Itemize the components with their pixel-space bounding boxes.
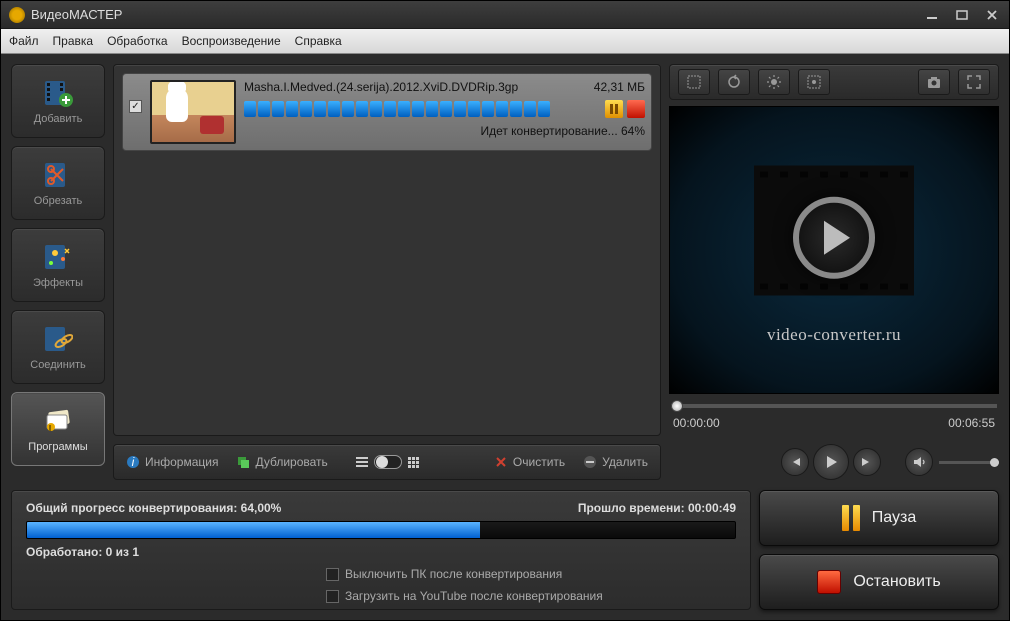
list-view-icon bbox=[356, 457, 368, 467]
minus-icon bbox=[583, 455, 597, 469]
tool-add-label: Добавить bbox=[34, 113, 83, 125]
pause-label: Пауза bbox=[872, 509, 916, 527]
tool-effects-label: Эффекты bbox=[33, 277, 83, 289]
playback-controls bbox=[669, 444, 999, 480]
shutdown-checkbox[interactable] bbox=[326, 568, 339, 581]
clear-button[interactable]: Очистить bbox=[494, 455, 565, 469]
file-progress-bar bbox=[244, 100, 645, 118]
file-checkbox[interactable] bbox=[129, 100, 142, 113]
time-total: 00:06:55 bbox=[948, 416, 995, 430]
duplicate-label: Дублировать bbox=[255, 455, 327, 469]
file-size: 42,31 МБ bbox=[594, 80, 645, 94]
elapsed-time: Прошло времени: 00:00:49 bbox=[578, 501, 736, 515]
grid-view-icon bbox=[408, 457, 419, 468]
app-icon bbox=[9, 7, 25, 23]
shutdown-label: Выключить ПК после конвертирования bbox=[345, 567, 562, 581]
preview-toolbar bbox=[669, 64, 999, 100]
pause-button[interactable]: Пауза bbox=[759, 490, 999, 546]
menubar: Файл Правка Обработка Воспроизведение Сп… bbox=[1, 29, 1009, 54]
crop-tool-icon[interactable] bbox=[678, 69, 710, 95]
youtube-checkbox[interactable] bbox=[326, 590, 339, 603]
processed-count: Обработано: 0 из 1 bbox=[26, 545, 736, 559]
overall-progress-label: Общий прогресс конвертирования: 64,00% bbox=[26, 501, 281, 515]
toggle-switch[interactable] bbox=[374, 455, 402, 469]
clear-label: Очистить bbox=[513, 455, 565, 469]
file-status: Идет конвертирование... 64% bbox=[244, 124, 645, 138]
info-label: Информация bbox=[145, 455, 218, 469]
minimize-button[interactable] bbox=[923, 8, 941, 22]
rotate-tool-icon[interactable] bbox=[718, 69, 750, 95]
progress-panel: Общий прогресс конвертирования: 64,00% П… bbox=[11, 490, 751, 610]
volume-button[interactable] bbox=[905, 448, 933, 476]
menu-edit[interactable]: Правка bbox=[53, 34, 94, 48]
duplicate-icon bbox=[236, 455, 250, 469]
tool-cut[interactable]: Обрезать bbox=[11, 146, 105, 220]
menu-process[interactable]: Обработка bbox=[107, 34, 168, 48]
time-current: 00:00:00 bbox=[673, 416, 720, 430]
titlebar: ВидеоМАСТЕР bbox=[1, 1, 1009, 29]
sparkle-icon bbox=[40, 241, 76, 273]
file-item[interactable]: Masha.I.Medved.(24.serija).2012.XviD.DVD… bbox=[122, 73, 652, 151]
scissors-icon bbox=[40, 159, 76, 191]
delete-label: Удалить bbox=[602, 455, 648, 469]
tool-add[interactable]: Добавить bbox=[11, 64, 105, 138]
menu-file[interactable]: Файл bbox=[9, 34, 39, 48]
prev-button[interactable] bbox=[781, 448, 809, 476]
tool-cut-label: Обрезать bbox=[34, 195, 83, 207]
overall-progress-bar bbox=[26, 521, 736, 539]
list-toolbar: i Информация Дублировать Очистить Удалить bbox=[113, 444, 661, 480]
youtube-label: Загрузить на YouTube после конвертирован… bbox=[345, 589, 603, 603]
info-button[interactable]: i Информация bbox=[126, 455, 218, 469]
tool-programs-label: Программы bbox=[28, 441, 87, 453]
play-icon bbox=[793, 197, 875, 279]
menu-playback[interactable]: Воспроизведение bbox=[182, 34, 281, 48]
pause-icon bbox=[842, 505, 860, 531]
programs-icon bbox=[40, 405, 76, 437]
file-stop-button[interactable] bbox=[627, 100, 645, 118]
link-icon bbox=[40, 323, 76, 355]
tool-join[interactable]: Соединить bbox=[11, 310, 105, 384]
effects-tool-icon[interactable] bbox=[798, 69, 830, 95]
info-icon: i bbox=[126, 455, 140, 469]
tool-effects[interactable]: Эффекты bbox=[11, 228, 105, 302]
action-panel: Пауза Остановить bbox=[759, 490, 999, 610]
fullscreen-tool-icon[interactable] bbox=[958, 69, 990, 95]
menu-help[interactable]: Справка bbox=[295, 34, 342, 48]
file-pause-button[interactable] bbox=[605, 100, 623, 118]
stop-label: Остановить bbox=[853, 573, 940, 591]
file-list: Masha.I.Medved.(24.serija).2012.XviD.DVD… bbox=[113, 64, 661, 436]
stop-button[interactable]: Остановить bbox=[759, 554, 999, 610]
delete-button[interactable]: Удалить bbox=[583, 455, 648, 469]
next-button[interactable] bbox=[853, 448, 881, 476]
view-toggle[interactable] bbox=[356, 455, 419, 469]
tool-join-label: Соединить bbox=[30, 359, 86, 371]
brand-text: video-converter.ru bbox=[767, 325, 901, 345]
preview-panel: video-converter.ru 00:00:00 00:06:55 bbox=[669, 64, 999, 480]
file-name: Masha.I.Medved.(24.serija).2012.XviD.DVD… bbox=[244, 80, 518, 94]
video-preview[interactable]: video-converter.ru bbox=[669, 106, 999, 394]
play-button[interactable] bbox=[813, 444, 849, 480]
duplicate-button[interactable]: Дублировать bbox=[236, 455, 327, 469]
tool-programs[interactable]: Программы bbox=[11, 392, 105, 466]
brightness-tool-icon[interactable] bbox=[758, 69, 790, 95]
clear-icon bbox=[494, 455, 508, 469]
film-add-icon bbox=[40, 77, 76, 109]
volume-slider[interactable] bbox=[939, 461, 999, 464]
seek-slider[interactable] bbox=[671, 404, 997, 408]
close-button[interactable] bbox=[983, 8, 1001, 22]
stop-icon bbox=[817, 570, 841, 594]
snapshot-tool-icon[interactable] bbox=[918, 69, 950, 95]
file-thumbnail bbox=[150, 80, 236, 144]
svg-text:i: i bbox=[132, 455, 135, 469]
maximize-button[interactable] bbox=[953, 8, 971, 22]
app-title: ВидеоМАСТЕР bbox=[31, 7, 122, 22]
tool-sidebar: Добавить Обрезать Эффекты Соединить Прог… bbox=[11, 64, 105, 480]
